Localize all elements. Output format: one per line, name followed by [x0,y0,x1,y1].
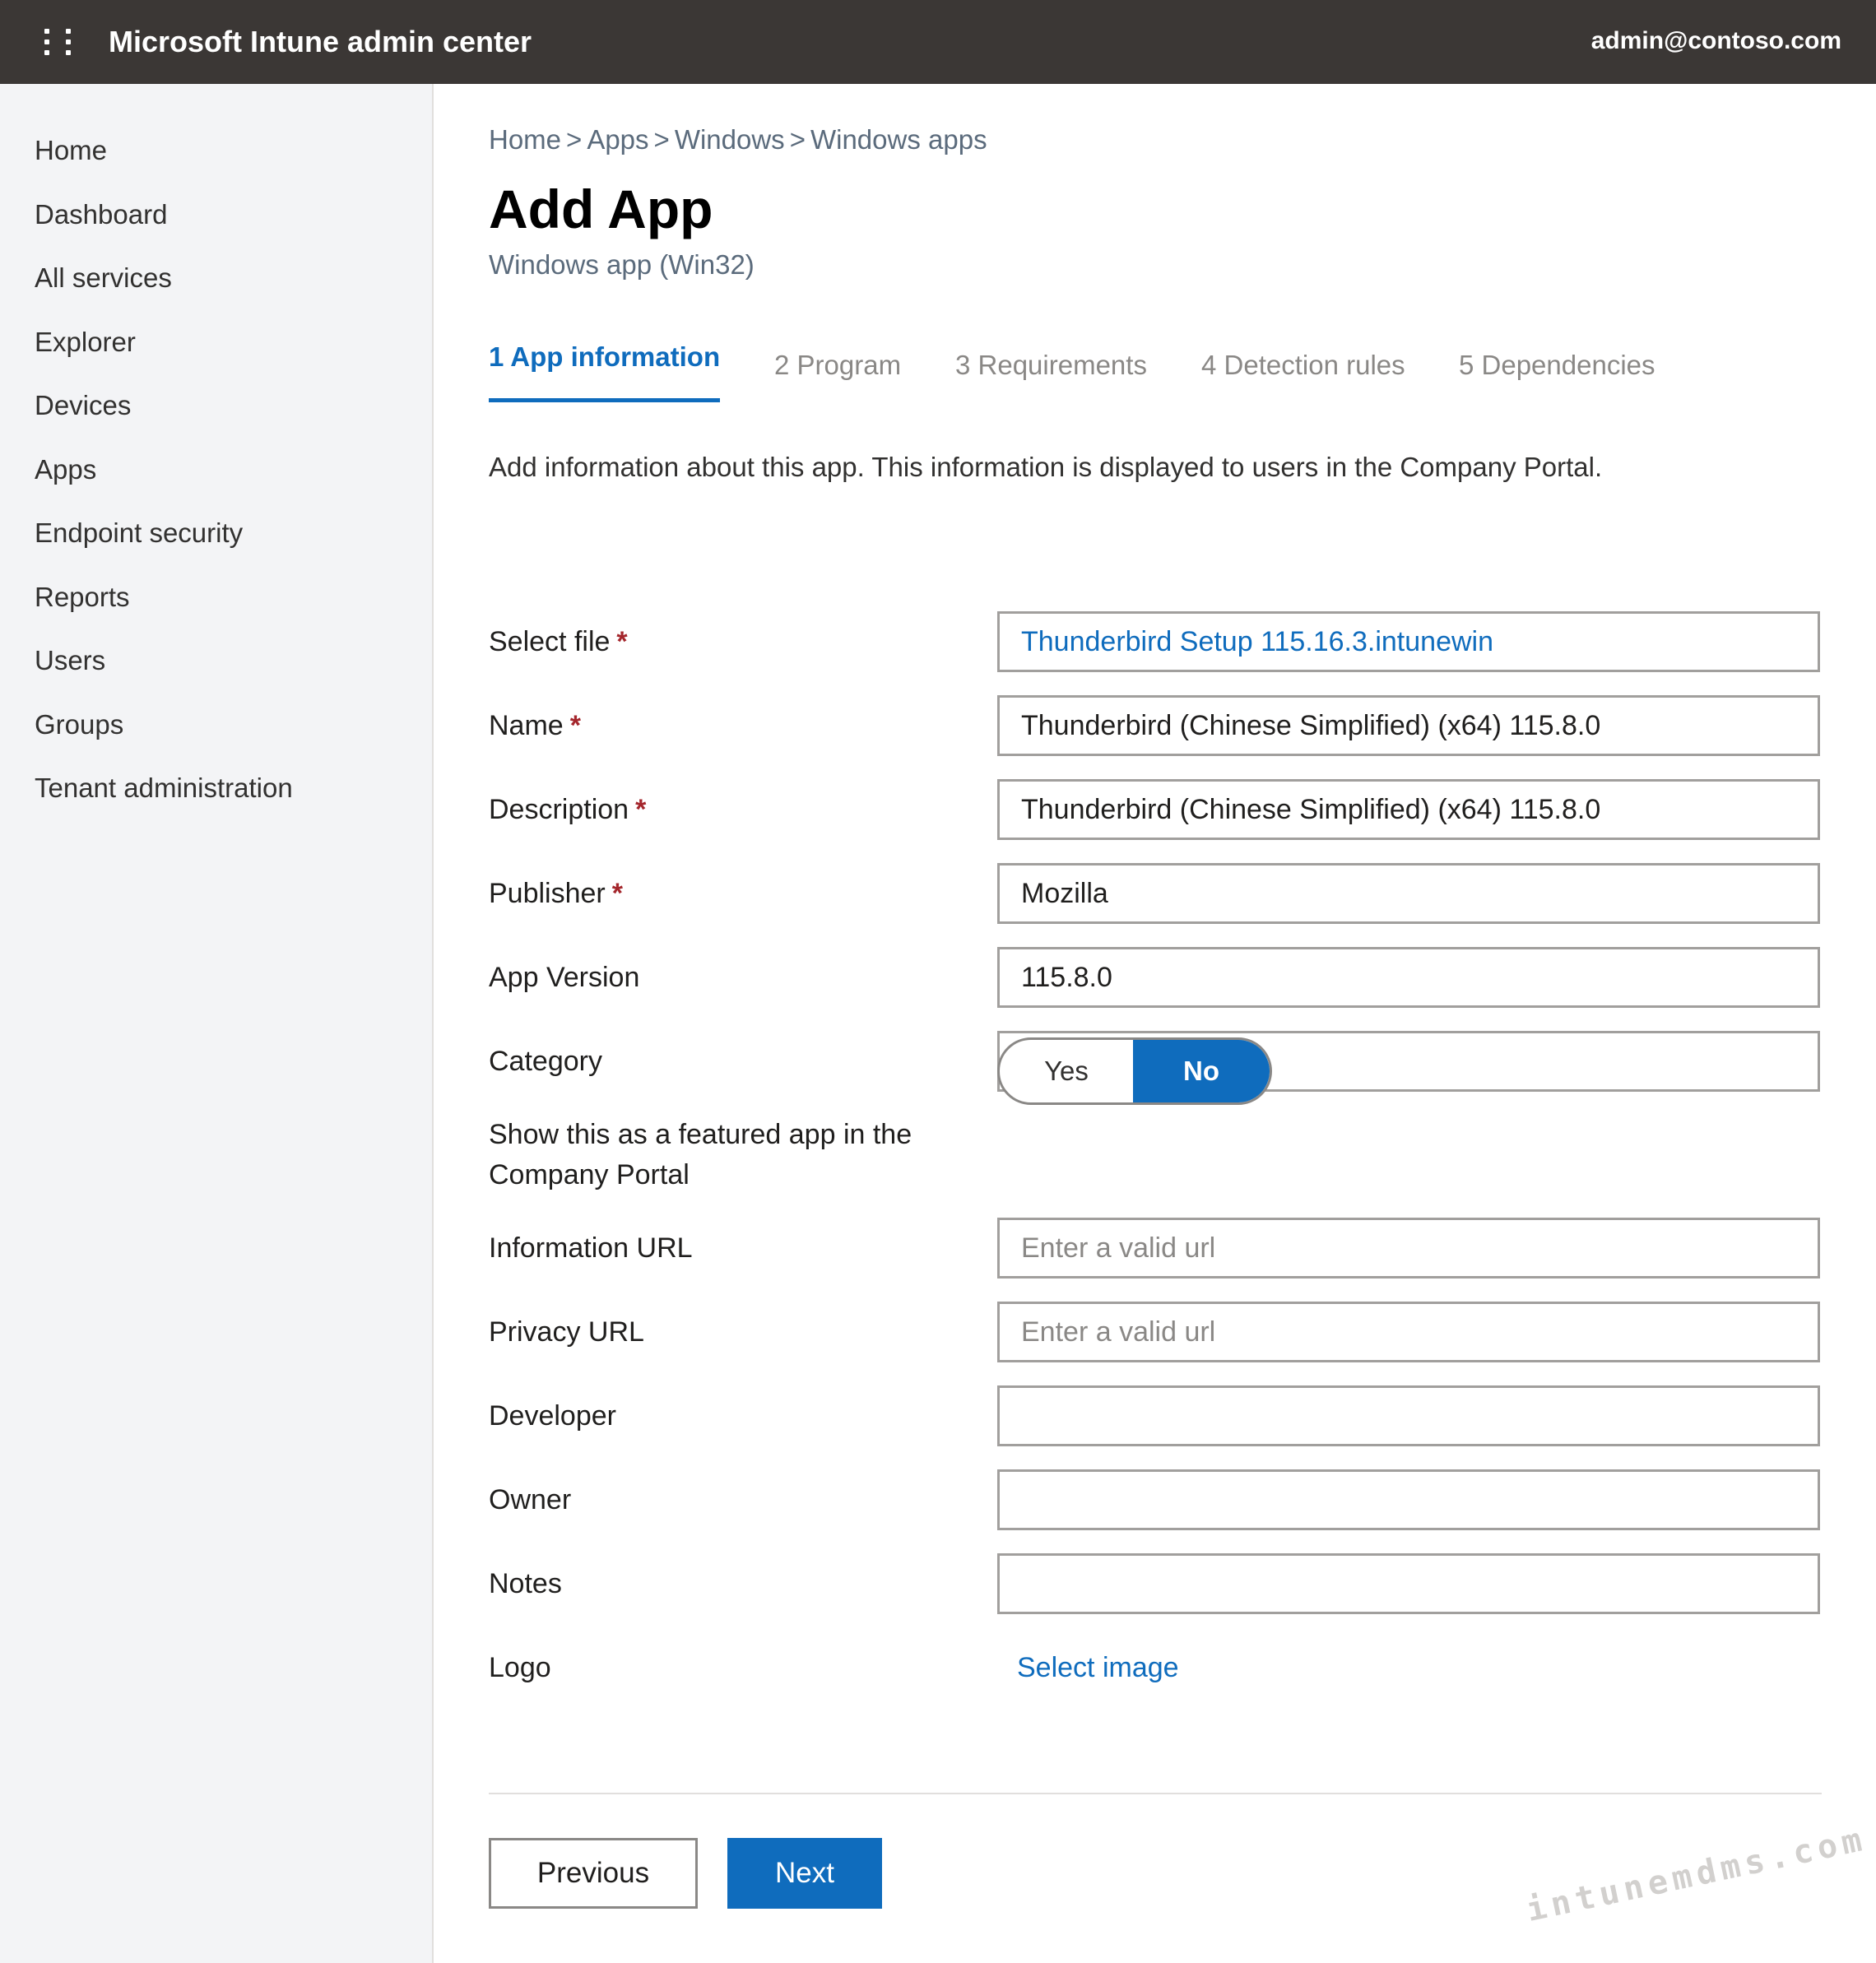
name-label-text: Name [489,710,564,741]
description-label-text: Description [489,794,629,825]
developer-label: Developer [489,1400,616,1432]
breadcrumb-separator: > [566,124,583,155]
breadcrumb-apps[interactable]: Apps [587,124,648,155]
page-subtitle: Windows app (Win32) [489,249,755,280]
account-name[interactable]: admin@contoso.com [1591,25,1841,58]
sidebar-item-tenant-administration[interactable]: Tenant administration [35,770,293,806]
tab-requirements[interactable]: 3 Requirements [955,347,1147,383]
description-label: Description * [489,790,646,829]
featured-no-option[interactable]: No [1133,1040,1270,1102]
app-title[interactable]: Microsoft Intune admin center [109,23,532,61]
required-marker: * [611,878,623,909]
notes-field[interactable] [997,1553,1820,1614]
app-version-field[interactable]: 115.8.0 [997,947,1820,1008]
page-title: Add App [489,179,713,239]
sidebar-item-users[interactable]: Users [35,643,105,679]
information-url-label: Information URL [489,1232,693,1264]
publisher-label: Publisher * [489,874,623,913]
sidebar-item-all-services[interactable]: All services [35,260,172,296]
notes-label: Notes [489,1568,562,1599]
form-intro: Add information about this app. This inf… [489,452,1603,482]
previous-button[interactable]: Previous [489,1838,698,1909]
main-content: Home > Apps > Windows > Windows apps Add App W… [435,84,1876,1963]
required-marker: * [569,710,581,741]
top-bar: Microsoft Intune admin center admin@cont… [0,0,1876,84]
watermark: intunemdms.com [1523,1820,1870,1929]
name-field[interactable]: Thunderbird (Chinese Simplified) (x64) 1… [997,695,1820,756]
featured-toggle: Yes No [997,1037,1272,1105]
sidebar-item-apps[interactable]: Apps [35,452,96,488]
select-file-field[interactable]: Thunderbird Setup 115.16.3.intunewin [997,611,1820,672]
breadcrumb-separator: > [789,124,806,155]
select-file-label-text: Select file [489,626,611,657]
sidebar-item-dashboard[interactable]: Dashboard [35,197,167,233]
featured-label-line1: Show this as a featured app in the [489,1119,912,1150]
developer-field[interactable] [997,1385,1820,1446]
sidebar: Home Dashboard All services Explorer Dev… [0,84,434,1963]
sidebar-item-reports[interactable]: Reports [35,579,130,615]
sidebar-item-home[interactable]: Home [35,132,107,169]
category-label: Category [489,1046,602,1077]
publisher-field[interactable]: Mozilla [997,863,1820,924]
active-tab-indicator [489,398,720,402]
sidebar-item-groups[interactable]: Groups [35,707,123,743]
breadcrumb-windows-apps[interactable]: Windows apps [810,124,987,155]
sidebar-item-devices[interactable]: Devices [35,387,131,424]
required-marker: * [635,794,647,825]
featured-label-line2: Company Portal [489,1159,690,1190]
owner-field[interactable] [997,1469,1820,1530]
app-version-label: App Version [489,962,640,993]
sidebar-item-endpoint-security[interactable]: Endpoint security [35,515,243,551]
owner-label: Owner [489,1484,572,1515]
tab-app-information[interactable]: 1 App information [489,339,720,375]
required-marker: * [616,626,628,657]
tab-detection-rules[interactable]: 4 Detection rules [1201,347,1405,383]
breadcrumb-windows[interactable]: Windows [675,124,785,155]
privacy-url-label: Privacy URL [489,1316,644,1348]
tab-program[interactable]: 2 Program [774,347,901,383]
breadcrumb-home[interactable]: Home [489,124,561,155]
sidebar-item-explorer[interactable]: Explorer [35,324,136,360]
description-field[interactable]: Thunderbird (Chinese Simplified) (x64) 1… [997,779,1820,840]
footer-divider [489,1793,1822,1794]
tab-dependencies[interactable]: 5 Dependencies [1459,347,1655,383]
waffle-grid-icon[interactable] [41,27,77,57]
select-image-link[interactable]: Select image [1017,1648,1179,1687]
featured-yes-option[interactable]: Yes [1000,1040,1133,1102]
select-file-label: Select file * [489,622,628,661]
publisher-label-text: Publisher [489,878,606,909]
privacy-url-field[interactable]: Enter a valid url [997,1302,1820,1362]
name-label: Name * [489,706,581,745]
information-url-field[interactable]: Enter a valid url [997,1218,1820,1279]
breadcrumb-separator: > [653,124,670,155]
breadcrumb: Home > Apps > Windows > Windows apps [489,122,987,158]
logo-label: Logo [489,1652,551,1683]
next-button[interactable]: Next [727,1838,882,1909]
